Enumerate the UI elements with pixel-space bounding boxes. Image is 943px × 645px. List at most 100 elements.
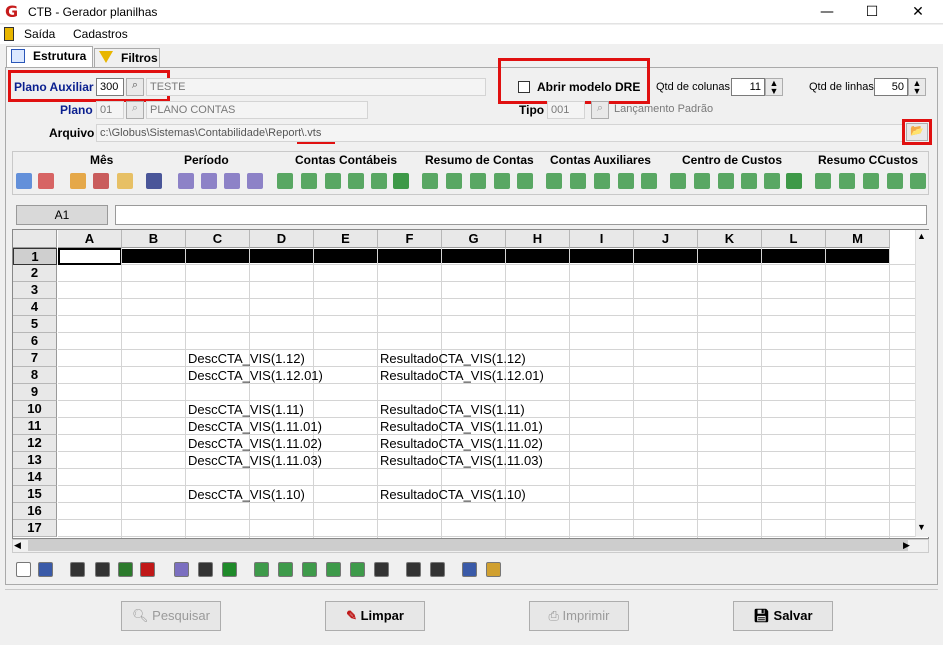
toolbar-function-icon[interactable] — [422, 173, 438, 189]
column-header-l[interactable]: L — [762, 230, 826, 248]
cell-result-formula[interactable]: ResultadoCTA_VIS(1.11.02) — [380, 435, 543, 452]
cell-description-formula[interactable]: DescCTA_VIS(1.11) — [188, 401, 304, 418]
column-header-j[interactable]: J — [634, 230, 698, 248]
toolbar-function-icon[interactable] — [546, 173, 562, 189]
toolbar-function-icon[interactable] — [393, 173, 409, 189]
cell-description-formula[interactable]: DescCTA_VIS(1.11.02) — [188, 435, 322, 452]
format-toolbar-icon[interactable] — [140, 562, 155, 577]
format-toolbar-icon[interactable] — [38, 562, 53, 577]
format-toolbar-icon[interactable] — [406, 562, 421, 577]
row-header[interactable]: 6 — [13, 333, 57, 350]
cell-result-formula[interactable]: ResultadoCTA_VIS(1.11.01) — [380, 418, 543, 435]
toolbar-function-icon[interactable] — [178, 173, 194, 189]
toolbar-function-icon[interactable] — [694, 173, 710, 189]
toolbar-function-icon[interactable] — [618, 173, 634, 189]
toolbar-function-icon[interactable] — [764, 173, 780, 189]
toolbar-function-icon[interactable] — [325, 173, 341, 189]
cell-result-formula[interactable]: ResultadoCTA_VIS(1.10) — [380, 486, 526, 503]
row-header[interactable]: 11 — [13, 418, 57, 435]
row-header[interactable]: 15 — [13, 486, 57, 503]
cell-description-formula[interactable]: DescCTA_VIS(1.12.01) — [188, 367, 323, 384]
format-toolbar-icon[interactable] — [278, 562, 293, 577]
format-toolbar-icon[interactable] — [374, 562, 389, 577]
row-header[interactable]: 5 — [13, 316, 57, 333]
row-header[interactable]: 17 — [13, 520, 57, 537]
search-plano-auxiliar-button[interactable]: ⌕ — [126, 78, 144, 96]
column-header-c[interactable]: C — [186, 230, 250, 248]
toolbar-function-icon[interactable] — [16, 173, 32, 189]
qtd-linhas-spinner[interactable]: ▲ ▼ — [908, 78, 926, 96]
scroll-right-arrow-icon[interactable]: ▶ — [903, 540, 910, 551]
toolbar-function-icon[interactable] — [815, 173, 831, 189]
column-header-i[interactable]: I — [570, 230, 634, 248]
row-header[interactable]: 10 — [13, 401, 57, 418]
menu-cadastros[interactable]: Cadastros — [73, 27, 128, 41]
toolbar-function-icon[interactable] — [887, 173, 903, 189]
format-toolbar-icon[interactable] — [118, 562, 133, 577]
toolbar-function-icon[interactable] — [117, 173, 133, 189]
menu-saida[interactable]: Saída — [24, 27, 55, 41]
toolbar-function-icon[interactable] — [146, 173, 162, 189]
toolbar-function-icon[interactable] — [70, 173, 86, 189]
format-toolbar-icon[interactable] — [16, 562, 31, 577]
row-header[interactable]: 13 — [13, 452, 57, 469]
qtd-colunas-input[interactable]: 11 — [731, 78, 765, 96]
toolbar-function-icon[interactable] — [863, 173, 879, 189]
column-header-m[interactable]: M — [826, 230, 890, 248]
column-header-k[interactable]: K — [698, 230, 762, 248]
toolbar-function-icon[interactable] — [247, 173, 263, 189]
qtd-linhas-input[interactable]: 50 — [874, 78, 908, 96]
toolbar-function-icon[interactable] — [201, 173, 217, 189]
format-toolbar-icon[interactable] — [326, 562, 341, 577]
cell-description-formula[interactable]: DescCTA_VIS(1.11.01) — [188, 418, 322, 435]
toolbar-function-icon[interactable] — [371, 173, 387, 189]
format-toolbar-icon[interactable] — [222, 562, 237, 577]
toolbar-function-icon[interactable] — [517, 173, 533, 189]
row-header[interactable]: 14 — [13, 469, 57, 486]
limpar-button[interactable]: ✎ Limpar — [325, 601, 425, 631]
open-folder-button[interactable]: 📂 — [906, 123, 928, 141]
category-mes[interactable]: Mês — [90, 153, 113, 167]
format-toolbar-icon[interactable] — [350, 562, 365, 577]
close-button[interactable]: ✕ — [895, 0, 941, 24]
toolbar-function-icon[interactable] — [348, 173, 364, 189]
column-header-f[interactable]: F — [378, 230, 442, 248]
format-toolbar-icon[interactable] — [430, 562, 445, 577]
plano-auxiliar-input[interactable]: 300 — [96, 78, 124, 96]
toolbar-function-icon[interactable] — [741, 173, 757, 189]
row-header[interactable]: 7 — [13, 350, 57, 367]
scroll-up-arrow-icon[interactable]: ▲ — [917, 231, 926, 241]
column-header-g[interactable]: G — [442, 230, 506, 248]
toolbar-function-icon[interactable] — [786, 173, 802, 189]
column-header-h[interactable]: H — [506, 230, 570, 248]
toolbar-function-icon[interactable] — [594, 173, 610, 189]
arquivo-input[interactable]: c:\Globus\Sistemas\Contabilidade\Report\… — [96, 124, 904, 142]
category-resumo-ccustos[interactable]: Resumo CCustos — [818, 153, 918, 167]
toolbar-function-icon[interactable] — [277, 173, 293, 189]
format-toolbar-icon[interactable] — [70, 562, 85, 577]
toolbar-function-icon[interactable] — [910, 173, 926, 189]
cell-description-formula[interactable]: DescCTA_VIS(1.11.03) — [188, 452, 322, 469]
toolbar-function-icon[interactable] — [718, 173, 734, 189]
row-header[interactable]: 2 — [13, 265, 57, 282]
cell-result-formula[interactable]: ResultadoCTA_VIS(1.12.01) — [380, 367, 544, 384]
row-header[interactable]: 12 — [13, 435, 57, 452]
format-toolbar-icon[interactable] — [254, 562, 269, 577]
scroll-down-arrow-icon[interactable]: ▼ — [917, 522, 926, 532]
active-cell-a1[interactable] — [58, 248, 122, 265]
toolbar-function-icon[interactable] — [470, 173, 486, 189]
toolbar-function-icon[interactable] — [38, 173, 54, 189]
category-periodo[interactable]: Período — [184, 153, 229, 167]
grid-corner[interactable] — [13, 230, 57, 248]
toolbar-function-icon[interactable] — [301, 173, 317, 189]
qtd-colunas-spinner[interactable]: ▲ ▼ — [765, 78, 783, 96]
category-centro-custos[interactable]: Centro de Custos — [682, 153, 782, 167]
salvar-button[interactable]: 💾︎ Salvar — [733, 601, 833, 631]
spreadsheet-grid[interactable]: A B C D E F G H I J K L M 1 2 3 4 5 6 7 8 9 10 11 12 13 14 15 16 17 De… — [12, 229, 929, 539]
toolbar-function-icon[interactable] — [641, 173, 657, 189]
formula-input[interactable] — [115, 205, 927, 225]
imprimir-button[interactable]: ⎙ Imprimir — [529, 601, 629, 631]
row-header[interactable]: 16 — [13, 503, 57, 520]
horizontal-scroll-thumb[interactable] — [28, 540, 908, 551]
column-header-a[interactable]: A — [58, 230, 122, 248]
